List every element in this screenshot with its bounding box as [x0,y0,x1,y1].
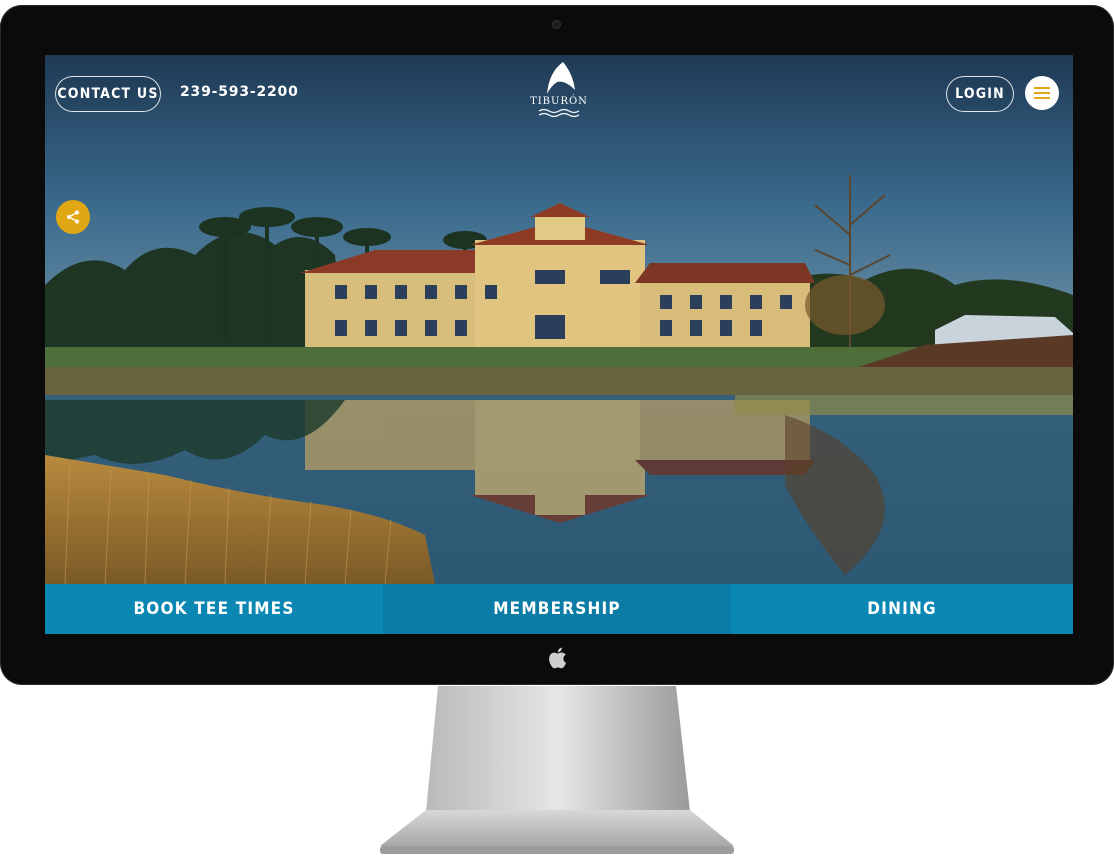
bottom-nav: BOOK TEE TIMES MEMBERSHIP DINING [45,584,1073,634]
apple-logo-icon [540,641,574,675]
shark-fin-logo-icon [547,62,575,94]
share-icon [67,210,79,224]
book-tee-times-link[interactable]: BOOK TEE TIMES [45,584,383,634]
monitor-bezel: CONTACT US 239-593-2200 TIBURÓN LOGIN BO… [0,5,1114,685]
hero-image: CONTACT US 239-593-2200 TIBURÓN LOGIN [45,55,1073,584]
membership-link[interactable]: MEMBERSHIP [383,584,731,634]
contact-us-button[interactable]: CONTACT US [55,76,161,112]
share-button[interactable] [56,200,90,234]
menu-button[interactable] [1025,76,1059,110]
clubhouse-lake-scene [45,55,1073,584]
camera-dot [553,21,560,28]
logo-wordmark: TIBURÓN [530,96,588,107]
dining-link[interactable]: DINING [731,584,1073,634]
hamburger-icon [1034,87,1050,99]
website-screen: CONTACT US 239-593-2200 TIBURÓN LOGIN BO… [45,55,1073,634]
phone-number[interactable]: 239-593-2200 [180,84,299,100]
wave-icon [538,108,580,117]
login-button[interactable]: LOGIN [946,76,1014,112]
tiburon-logo[interactable]: TIBURÓN [530,60,588,126]
